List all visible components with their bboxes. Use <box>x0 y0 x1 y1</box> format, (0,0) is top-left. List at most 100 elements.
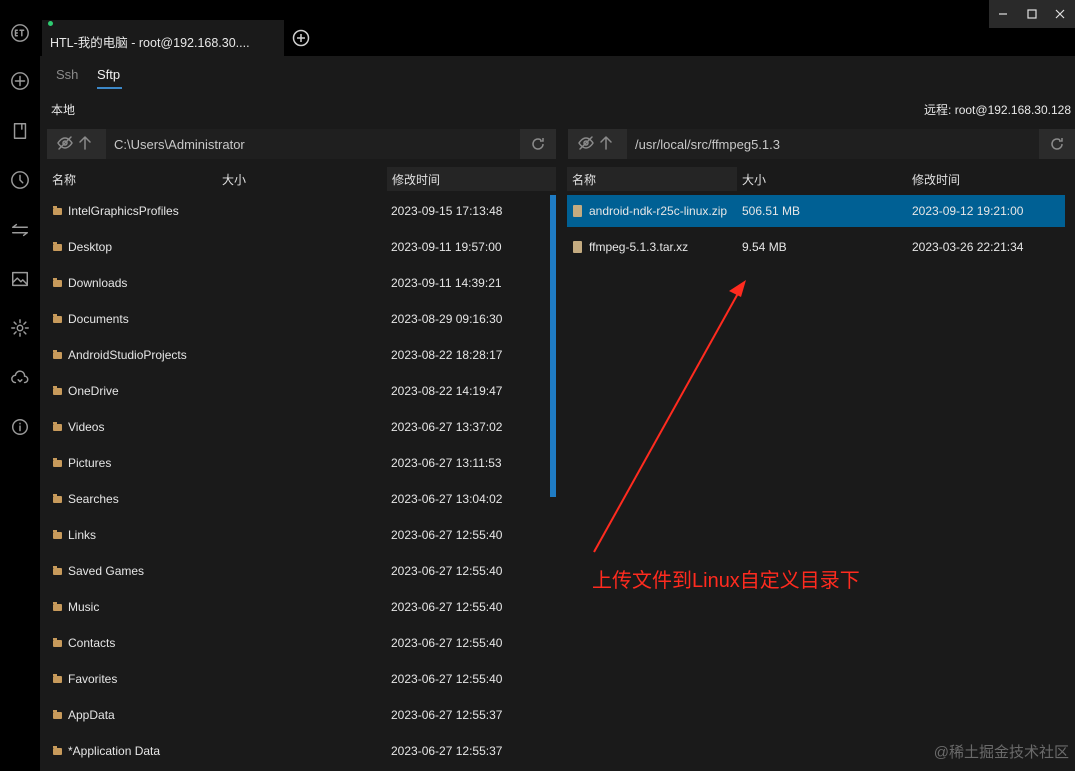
minimize-button[interactable] <box>989 0 1018 28</box>
cloud-sync-icon[interactable] <box>9 367 31 389</box>
new-tab-icon[interactable] <box>292 29 310 47</box>
remote-pane-label: 远程: root@192.168.30.128 <box>924 103 1071 117</box>
app-logo-icon[interactable] <box>9 22 31 44</box>
local-refresh-button[interactable] <box>520 129 556 159</box>
file-modified: 2023-06-27 12:55:40 <box>391 636 503 650</box>
tab-session-title: HTL-我的电脑 - root@192.168.30.... <box>50 36 250 50</box>
annotation-text: 上传文件到Linux自定义目录下 <box>592 570 860 592</box>
local-file-row[interactable]: AndroidStudioProjects 2023-08-22 18:28:17 <box>47 339 547 371</box>
remote-refresh-button[interactable] <box>1039 129 1075 159</box>
file-modified: 2023-06-27 12:55:40 <box>391 600 503 614</box>
file-modified: 2023-06-27 13:11:53 <box>391 456 502 470</box>
file-modified: 2023-06-27 12:55:40 <box>391 672 503 686</box>
file-modified: 2023-09-11 14:39:21 <box>391 276 502 290</box>
file-name: ffmpeg-5.1.3.tar.xz <box>589 240 689 254</box>
file-modified: 2023-09-15 17:13:48 <box>391 204 503 218</box>
file-modified: 2023-06-27 13:37:02 <box>391 420 503 434</box>
folder-icon <box>53 602 62 611</box>
file-modified: 2023-06-27 12:55:40 <box>391 528 503 542</box>
file-name: Videos <box>68 420 105 434</box>
local-file-row[interactable]: Downloads 2023-09-11 14:39:21 <box>47 267 547 299</box>
refresh-icon <box>532 138 544 150</box>
file-modified: 2023-08-22 18:28:17 <box>391 348 503 362</box>
folder-icon <box>53 314 62 323</box>
local-file-row[interactable]: Pictures 2023-06-27 13:11:53 <box>47 447 547 479</box>
local-col-modified[interactable]: 修改时间 <box>387 167 556 191</box>
toggle-hidden-icon[interactable] <box>578 135 596 153</box>
folder-icon <box>53 206 62 215</box>
file-modified: 2023-08-29 09:16:30 <box>391 312 503 326</box>
folder-icon <box>53 494 62 503</box>
local-file-row[interactable]: Saved Games 2023-06-27 12:55:40 <box>47 555 547 587</box>
gear-icon[interactable] <box>9 317 31 339</box>
local-col-size[interactable]: 大小 <box>217 167 387 191</box>
tab-ssh[interactable]: Ssh <box>56 67 78 82</box>
local-file-row[interactable]: IntelGraphicsProfiles 2023-09-15 17:13:48 <box>47 195 547 227</box>
file-modified: 2023-09-12 19:21:00 <box>912 204 1024 218</box>
remote-col-modified[interactable]: 修改时间 <box>907 167 1075 191</box>
folder-icon <box>53 278 62 287</box>
close-button[interactable] <box>1046 0 1075 28</box>
file-name: Searches <box>68 492 119 506</box>
file-size: 9.54 MB <box>742 240 787 254</box>
toggle-hidden-icon[interactable] <box>57 135 75 153</box>
bookmark-icon[interactable] <box>9 120 31 142</box>
local-file-row[interactable]: *Application Data 2023-06-27 12:55:37 <box>47 735 547 767</box>
remote-file-row[interactable]: ffmpeg-5.1.3.tar.xz 9.54 MB 2023-03-26 22:… <box>567 231 1065 263</box>
local-file-row[interactable]: Links 2023-06-27 12:55:40 <box>47 519 547 551</box>
local-file-row[interactable]: OneDrive 2023-08-22 14:19:47 <box>47 375 547 407</box>
file-modified: 2023-06-27 12:55:37 <box>391 708 503 722</box>
file-name: android-ndk-r25c-linux.zip <box>589 204 728 218</box>
parent-dir-icon[interactable] <box>598 135 616 153</box>
file-icon <box>573 205 582 217</box>
maximize-button[interactable] <box>1018 0 1047 28</box>
remote-col-name[interactable]: 名称 <box>567 167 737 191</box>
local-file-row[interactable]: Videos 2023-06-27 13:37:02 <box>47 411 547 443</box>
file-name: Saved Games <box>68 564 145 578</box>
remote-col-size[interactable]: 大小 <box>737 167 907 191</box>
local-scrollbar[interactable] <box>550 195 556 497</box>
add-circle-icon[interactable] <box>9 70 31 92</box>
window-controls <box>989 0 1075 28</box>
remote-path-input[interactable]: /usr/local/src/ffmpeg5.1.3 <box>627 129 1039 159</box>
file-modified: 2023-06-27 13:04:02 <box>391 492 503 506</box>
local-pane-label: 本地 <box>51 103 76 117</box>
file-name: Pictures <box>68 456 112 470</box>
local-file-row[interactable]: Desktop 2023-09-11 19:57:00 <box>47 231 547 263</box>
folder-icon <box>53 674 62 683</box>
transfer-icon[interactable] <box>9 219 31 241</box>
local-file-row[interactable]: Music 2023-06-27 12:55:40 <box>47 591 547 623</box>
image-icon[interactable] <box>9 268 31 290</box>
local-file-row[interactable]: Contacts 2023-06-27 12:55:40 <box>47 627 547 659</box>
info-icon[interactable] <box>9 416 31 438</box>
local-path-bar: C:\Users\Administrator <box>47 129 556 159</box>
connection-status-dot <box>48 21 53 26</box>
file-modified: 2023-06-27 12:55:40 <box>391 564 503 578</box>
file-modified: 2023-09-11 19:57:00 <box>391 240 502 254</box>
tab-session[interactable]: HTL-我的电脑 - root@192.168.30.... <box>42 20 284 56</box>
folder-icon <box>53 458 62 467</box>
file-name: Links <box>68 528 97 542</box>
parent-dir-icon[interactable] <box>77 135 95 153</box>
file-name: AppData <box>68 708 115 722</box>
refresh-icon <box>1051 138 1063 150</box>
local-file-row[interactable]: Favorites 2023-06-27 12:55:40 <box>47 663 547 695</box>
local-col-name[interactable]: 名称 <box>47 167 217 191</box>
history-clock-icon[interactable] <box>9 169 31 191</box>
local-file-row[interactable]: Searches 2023-06-27 13:04:02 <box>47 483 547 515</box>
file-name: OneDrive <box>68 384 119 398</box>
file-name: Favorites <box>68 672 118 686</box>
folder-icon <box>53 638 62 647</box>
local-file-row[interactable]: Documents 2023-08-29 09:16:30 <box>47 303 547 335</box>
file-name: AndroidStudioProjects <box>68 348 187 362</box>
activity-bar <box>0 0 40 771</box>
folder-icon <box>53 422 62 431</box>
remote-file-row[interactable]: android-ndk-r25c-linux.zip 506.51 MB 2023-… <box>567 195 1065 227</box>
tab-sftp[interactable]: Sftp <box>97 67 120 82</box>
file-modified: 2023-06-27 12:55:37 <box>391 744 503 758</box>
file-name: IntelGraphicsProfiles <box>68 204 179 218</box>
local-file-row[interactable]: AppData 2023-06-27 12:55:37 <box>47 699 547 731</box>
local-path-input[interactable]: C:\Users\Administrator <box>106 129 520 159</box>
folder-icon <box>53 242 62 251</box>
folder-icon <box>53 566 62 575</box>
